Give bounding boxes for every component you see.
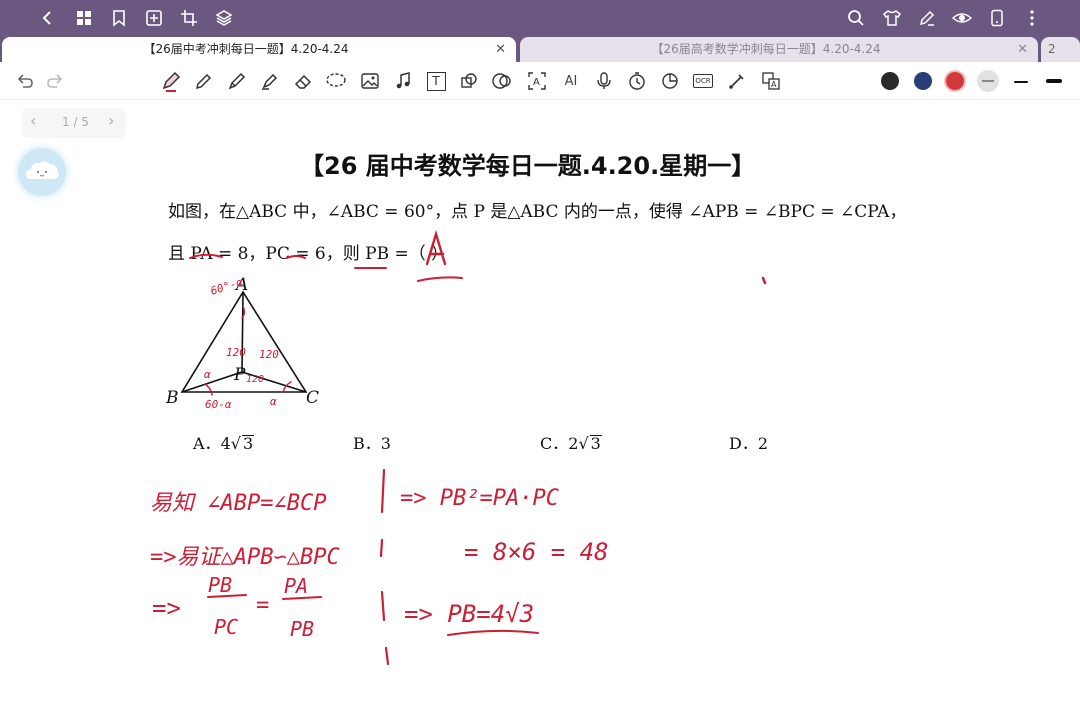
frac-right-den: PB (290, 617, 314, 641)
note-angle-a: 60°-α (209, 275, 245, 298)
work-line-1: 易知 ∠ABP=∠BCP (150, 491, 326, 516)
frac-left-den: PC (214, 615, 238, 639)
work-line-4: = 8×6 = 48 (464, 538, 609, 566)
frac-equals: = (256, 593, 269, 618)
note-120-3: 120 (246, 374, 264, 385)
frac-right-num: PA (284, 574, 308, 598)
work-line-3: => PB²=PA·PC (400, 486, 560, 511)
answer-a-mark (425, 229, 447, 266)
final-underline (447, 629, 539, 636)
angle-arc-c (282, 381, 292, 393)
work-implies: => (152, 594, 181, 622)
handwriting-layer: 60°-α α 120 120 120 60-α α 易知 ∠ABP=∠BCP … (150, 229, 767, 666)
frac-left-num: PB (208, 573, 232, 597)
answer-underline (417, 276, 463, 282)
note-60-alpha: 60-α (205, 398, 232, 411)
note-120-1: 120 (226, 346, 246, 359)
work-line-2: =>易证△APB∽△BPC (150, 545, 340, 570)
angle-arc-a (241, 305, 246, 319)
underline-pa (189, 253, 223, 259)
underline-pc-eq (286, 255, 306, 259)
vertical-divider (379, 468, 390, 666)
note-alpha-c: α (270, 395, 277, 408)
stray-dot (761, 276, 767, 285)
work-line-5: => PB=4√3 (404, 600, 534, 628)
note-alpha-b: α (204, 368, 211, 381)
angle-arc-b (204, 383, 213, 396)
note-120-2: 120 (259, 348, 279, 361)
